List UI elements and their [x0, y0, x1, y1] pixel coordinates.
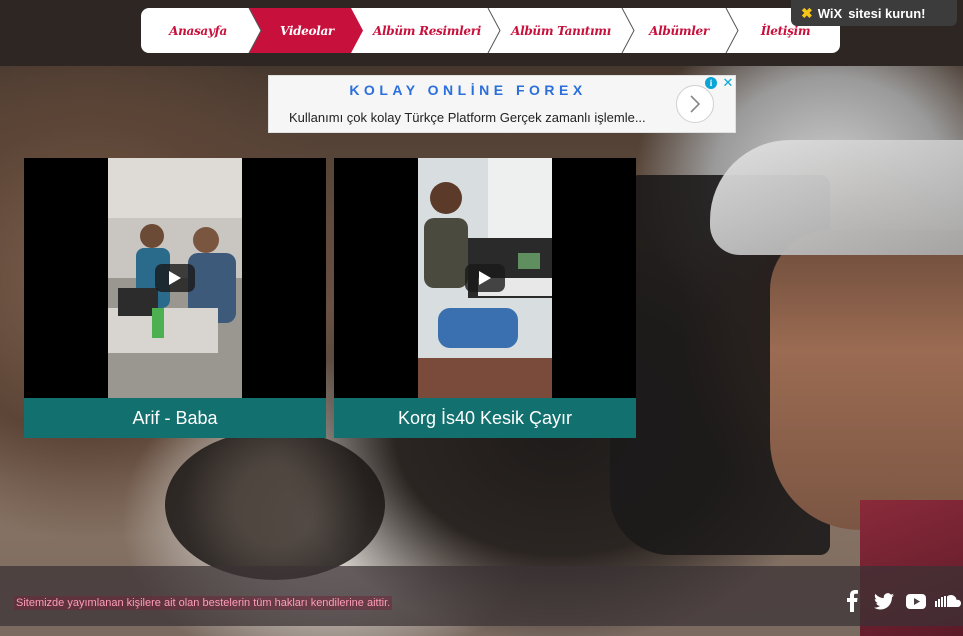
- twitter-icon[interactable]: [873, 590, 895, 612]
- play-button[interactable]: [465, 264, 505, 292]
- background-person: [770, 230, 963, 530]
- nav-item-album-resimleri[interactable]: Albüm Resimleri: [361, 8, 493, 53]
- nav-item-albumler[interactable]: Albümler: [629, 8, 729, 53]
- video-card[interactable]: Korg İs40 Kesik Çayır: [334, 158, 636, 438]
- play-button[interactable]: [155, 264, 195, 292]
- video-card[interactable]: Arif - Baba: [24, 158, 326, 438]
- nav-item-anasayfa[interactable]: Anasayfa: [141, 8, 255, 53]
- copyright-text: Sitemizde yayımlanan kişilere ait olan b…: [14, 596, 393, 610]
- soundcloud-icon[interactable]: [935, 590, 961, 612]
- wix-brand: WiX: [817, 5, 843, 21]
- ad-title[interactable]: KOLAY ONLİNE FOREX: [269, 82, 667, 98]
- play-icon: [479, 271, 491, 285]
- play-icon: [169, 271, 181, 285]
- ad-close-icon[interactable]: ✕: [721, 76, 735, 90]
- video-title[interactable]: Korg İs40 Kesik Çayır: [334, 398, 636, 438]
- video-title[interactable]: Arif - Baba: [24, 398, 326, 438]
- main-navigation: Anasayfa Videolar Albüm Resimleri Albüm …: [141, 8, 840, 53]
- ad-info-icon[interactable]: i: [705, 77, 717, 89]
- youtube-icon[interactable]: [905, 590, 927, 612]
- ad-next-button[interactable]: [676, 85, 714, 123]
- wix-banner-text: sitesi kurun!: [848, 5, 926, 21]
- nav-item-videolar[interactable]: Videolar: [257, 8, 357, 53]
- ad-text[interactable]: Kullanımı çok kolay Türkçe Platform Gerç…: [289, 110, 659, 125]
- wix-star-icon: ✖: [801, 4, 813, 21]
- background-cap: [710, 140, 963, 255]
- ad-banner[interactable]: KOLAY ONLİNE FOREX Kullanımı çok kolay T…: [268, 75, 736, 133]
- nav-item-album-tanitimi[interactable]: Albüm Tanıtımı: [495, 8, 627, 53]
- video-player[interactable]: [334, 158, 636, 398]
- chevron-right-icon: [690, 95, 701, 113]
- video-player[interactable]: [24, 158, 326, 398]
- wix-banner[interactable]: ✖ WiX sitesi kurun!: [791, 0, 957, 26]
- facebook-icon[interactable]: [843, 590, 861, 612]
- background-lens: [165, 430, 385, 580]
